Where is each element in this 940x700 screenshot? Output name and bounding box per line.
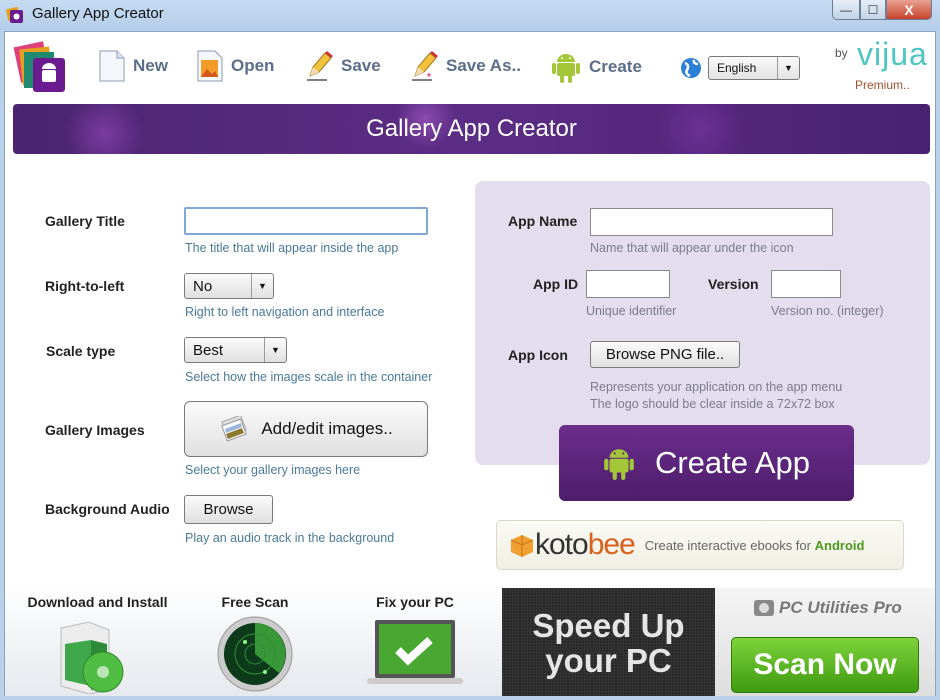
premium-link[interactable]: Premium..	[855, 78, 910, 92]
ad-headline-2: your PC	[545, 642, 672, 679]
version-label: Version	[708, 276, 759, 292]
window-title: Gallery App Creator	[32, 5, 164, 22]
toolbar: New Open Save * Save As.. Create English…	[5, 32, 935, 100]
svg-text:*: *	[427, 72, 431, 82]
gallery-images-label: Gallery Images	[45, 422, 145, 438]
ad-headline-1: Speed Up	[532, 607, 685, 644]
version-hint: Version no. (integer)	[771, 304, 884, 318]
laptop-check-icon	[367, 620, 463, 684]
maximize-button[interactable]: ☐	[860, 0, 886, 20]
gallery-title-label: Gallery Title	[45, 213, 125, 229]
background-audio-hint: Play an audio track in the background	[185, 531, 395, 545]
ad-step-download: Download and Install	[27, 594, 168, 610]
title-bar: Gallery App Creator — ☐ X	[0, 0, 940, 30]
version-input[interactable]	[771, 270, 841, 298]
brand-logo: vijua	[857, 36, 928, 72]
create-label: Create	[589, 57, 642, 76]
images-icon	[221, 416, 248, 442]
android-icon	[552, 54, 580, 83]
close-button[interactable]: X	[886, 0, 932, 20]
header-banner: Gallery App Creator	[13, 104, 930, 154]
language-value: English	[717, 61, 757, 75]
add-edit-images-button[interactable]: Add/edit images..	[184, 401, 428, 457]
chevron-down-icon: ▼	[264, 338, 286, 362]
create-button[interactable]: Create	[551, 50, 642, 84]
save-label: Save	[341, 56, 381, 75]
add-edit-images-label: Add/edit images..	[261, 419, 393, 438]
rtl-value: No	[193, 278, 213, 295]
create-app-button[interactable]: Create App	[559, 425, 854, 501]
rtl-hint: Right to left navigation and interface	[185, 305, 385, 319]
new-label: New	[133, 56, 168, 75]
ad-step-scan: Free Scan	[221, 594, 289, 610]
brand-by: by	[835, 46, 848, 60]
gallery-logo-icon	[13, 41, 65, 92]
app-name-input[interactable]	[590, 208, 833, 236]
app-window: New Open Save * Save As.. Create English…	[4, 31, 936, 696]
pc-utilities-ad: PC Utilities Pro Scan Now	[715, 588, 935, 696]
pc-utilities-brand: PC Utilities Pro	[753, 598, 902, 618]
app-id-label: App ID	[533, 276, 579, 292]
kotobee-brand-b: bee	[587, 528, 636, 561]
app-name-label: App Name	[508, 213, 578, 229]
gallery-title-hint: The title that will appear inside the ap…	[185, 241, 399, 255]
kotobee-ad[interactable]: koto bee Create interactive ebooks for An…	[496, 520, 904, 570]
software-box-icon	[60, 621, 124, 694]
app-icon-label: App Icon	[508, 347, 568, 363]
open-label: Open	[231, 56, 275, 75]
save-button[interactable]: Save	[305, 50, 381, 82]
kotobee-brand-a: koto	[535, 528, 589, 561]
app-icon	[6, 6, 23, 23]
scale-type-hint: Select how the images scale in the conta…	[185, 370, 433, 384]
browse-audio-label: Browse	[203, 501, 254, 518]
android-icon	[604, 449, 634, 480]
app-id-input[interactable]	[586, 270, 670, 298]
banner-title: Gallery App Creator	[366, 115, 577, 142]
new-button[interactable]: New	[99, 50, 168, 82]
radar-scan-icon	[217, 616, 293, 692]
create-app-label: Create App	[654, 445, 811, 480]
globe-icon	[681, 58, 701, 78]
browse-png-button[interactable]: Browse PNG file..	[590, 341, 740, 368]
pc-utilities-logo-icon	[754, 600, 774, 616]
new-file-icon	[99, 50, 125, 82]
app-icon-hint-1: Represents your application on the app m…	[590, 380, 843, 394]
scale-type-value: Best	[193, 342, 224, 359]
browse-audio-button[interactable]: Browse	[184, 495, 273, 524]
rtl-dropdown[interactable]: No ▼	[184, 273, 274, 299]
minimize-button[interactable]: —	[832, 0, 860, 20]
rtl-label: Right-to-left	[45, 278, 125, 294]
save-as-label: Save As..	[446, 56, 521, 75]
open-button[interactable]: Open	[197, 50, 274, 82]
app-icon-hint-2: The logo should be clear inside a 72x72 …	[590, 397, 835, 411]
speed-up-ad[interactable]: Speed Up your PC	[502, 588, 715, 696]
kotobee-box-icon	[510, 535, 534, 557]
save-as-button[interactable]: * Save As..	[410, 50, 521, 82]
background-audio-label: Background Audio	[45, 501, 170, 517]
kotobee-tagline: Create interactive ebooks for Android	[644, 537, 865, 553]
pc-ad-steps[interactable]: Download and Install Free Scan Fix your …	[5, 584, 502, 696]
browse-png-label: Browse PNG file..	[605, 346, 725, 363]
pencil-save-as-icon: *	[412, 51, 438, 82]
app-id-hint: Unique identifier	[586, 304, 677, 318]
language-selector: English ▼	[680, 56, 800, 80]
scale-type-dropdown[interactable]: Best ▼	[184, 337, 287, 363]
kotobee-highlight: Android	[814, 537, 865, 553]
scale-type-label: Scale type	[46, 343, 116, 359]
ad-step-fix: Fix your PC	[376, 594, 454, 610]
gallery-images-hint: Select your gallery images here	[185, 463, 361, 477]
chevron-down-icon: ▼	[777, 57, 799, 79]
open-image-icon	[197, 50, 223, 82]
chevron-down-icon: ▼	[251, 274, 273, 298]
language-dropdown[interactable]: English ▼	[708, 56, 800, 80]
gallery-title-input[interactable]	[184, 207, 428, 235]
pencil-save-icon	[307, 51, 333, 81]
app-name-hint: Name that will appear under the icon	[590, 241, 794, 255]
scan-now-button[interactable]: Scan Now	[731, 637, 919, 693]
